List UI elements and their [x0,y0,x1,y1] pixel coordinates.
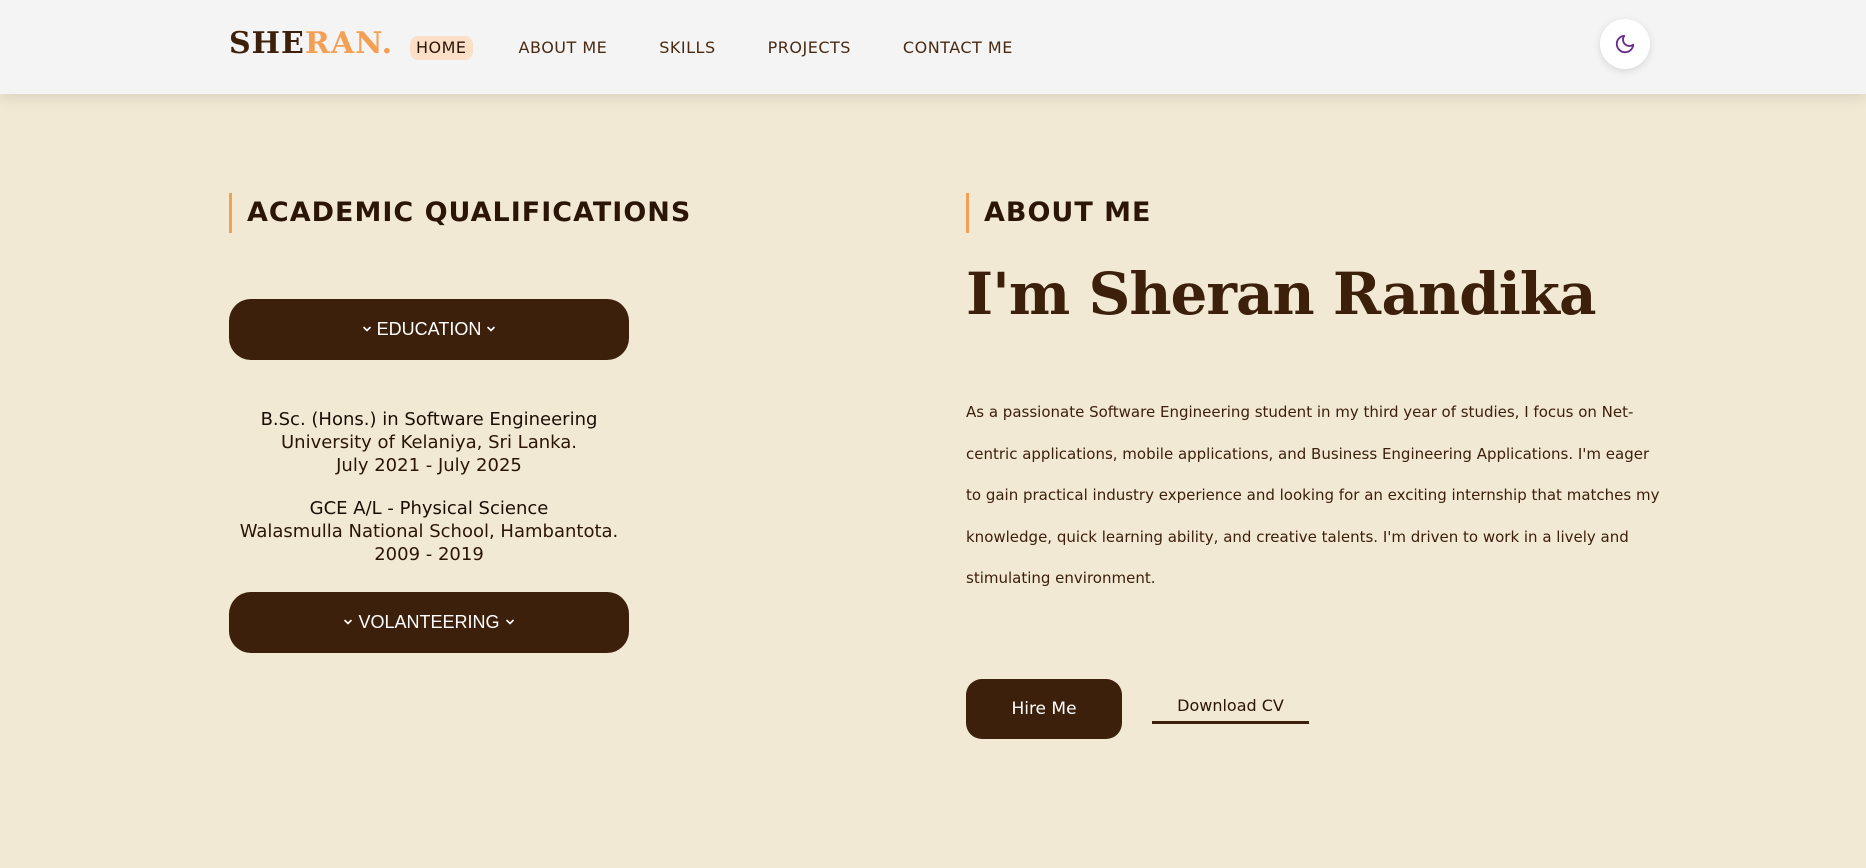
education-label: EDUCATION [376,319,482,339]
about-heading: ABOUT ME [966,193,1151,233]
education-list: B.Sc. (Hons.) in Software Engineering Un… [229,408,629,586]
volunteering-accordion-button[interactable]: VOLANTEERING [229,592,629,653]
navbar: SHERAN. HOME ABOUT ME SKILLS PROJECTS CO… [0,0,1866,94]
academic-heading: ACADEMIC QUALIFICATIONS [229,193,691,233]
nav-home[interactable]: HOME [410,36,473,60]
education-item: GCE A/L - Physical Science Walasmulla Na… [229,497,629,566]
nav-contact-me[interactable]: CONTACT ME [897,36,1019,60]
hire-me-button[interactable]: Hire Me [966,679,1122,739]
education-institution: University of Kelaniya, Sri Lanka. [280,432,577,453]
education-accordion-button[interactable]: EDUCATION [229,299,629,360]
nav-about-me[interactable]: ABOUT ME [513,36,614,60]
education-institution: Walasmulla National School, Hambantota. [239,521,619,542]
volunteering-label: VOLANTEERING [358,612,500,632]
education-degree: B.Sc. (Hons.) in Software Engineering [260,409,598,430]
chevron-down-icon [344,619,353,625]
download-cv-link[interactable]: Download CV [1152,693,1309,724]
chevron-down-icon [487,326,496,332]
education-period: 2009 - 2019 [374,544,484,565]
education-period: July 2021 - July 2025 [336,455,522,476]
theme-toggle-button[interactable] [1600,19,1650,69]
about-name-title: I'm Sheran Randika [966,260,1597,328]
about-description: As a passionate Software Engineering stu… [966,403,1660,587]
nav-projects[interactable]: PROJECTS [762,36,857,60]
logo-part1: SHE [229,26,305,61]
logo-part2: RAN. [304,26,394,61]
logo[interactable]: SHERAN. [229,24,393,64]
education-item: B.Sc. (Hons.) in Software Engineering Un… [229,408,629,477]
moon-icon [1615,34,1635,54]
chevron-down-icon [362,326,371,332]
education-degree: GCE A/L - Physical Science [309,498,549,519]
nav-skills[interactable]: SKILLS [653,36,721,60]
chevron-down-icon [505,619,514,625]
nav-links: HOME ABOUT ME SKILLS PROJECTS CONTACT ME [410,36,1059,60]
